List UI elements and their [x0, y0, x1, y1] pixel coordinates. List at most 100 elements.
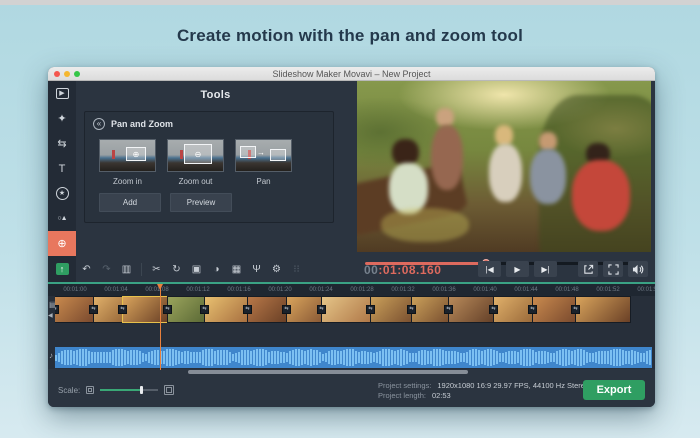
waveform-bar — [508, 351, 510, 364]
pan-zoom-cards: ⊕Zoom in⊖Zoom out→Pan — [85, 136, 333, 186]
transition-icon[interactable]: ⇆ — [200, 305, 209, 314]
waveform-bar — [442, 350, 444, 366]
transition-icon[interactable]: ⇆ — [444, 305, 453, 314]
zoom-window-button[interactable] — [74, 71, 80, 77]
sidebar-item-transitions[interactable]: ⇆ — [48, 131, 76, 156]
waveform-bar — [70, 350, 72, 364]
transition-icon[interactable]: ⇆ — [571, 305, 580, 314]
waveform-bar — [583, 350, 585, 365]
delete-icon[interactable]: ▥ — [118, 261, 135, 278]
playhead[interactable] — [160, 284, 161, 370]
timeline-clip[interactable] — [204, 296, 248, 323]
collapse-track-icon[interactable]: ◀ — [48, 312, 53, 319]
timeline-ruler[interactable]: 00:01:0000:01:0400:01:0800:01:1200:01:16… — [48, 284, 655, 296]
waveform-bar — [220, 350, 222, 366]
transition-icon[interactable]: ⇆ — [407, 305, 416, 314]
transition-icon[interactable]: ⇆ — [489, 305, 498, 314]
image-icon[interactable]: ▦ — [228, 261, 245, 278]
waveform-bar — [145, 354, 147, 361]
waveform-bar — [187, 351, 189, 363]
sidebar-item-animation[interactable]: ○▲ — [48, 206, 76, 231]
redo-icon[interactable]: ↷ — [98, 261, 115, 278]
waveform-bar — [574, 350, 576, 366]
waveform-bar — [466, 352, 468, 363]
tool-card-pan[interactable]: →Pan — [235, 139, 292, 186]
scale-slider-knob[interactable] — [140, 386, 143, 394]
sidebar-item-wizard[interactable]: ✦ — [48, 106, 76, 131]
timeline-clip[interactable] — [575, 296, 631, 323]
transition-icon[interactable]: ⇆ — [163, 305, 172, 314]
previous-frame-button[interactable]: |◀ — [478, 261, 501, 277]
record-audio-icon[interactable]: Ψ — [248, 261, 265, 278]
waveform-bar — [178, 351, 180, 363]
waveform-bar — [388, 349, 390, 366]
tool-card-zoom-in[interactable]: ⊕Zoom in — [99, 139, 156, 186]
collapse-panel-icon[interactable]: « — [93, 118, 105, 130]
waveform-bar — [115, 349, 117, 366]
timeline-clip[interactable] — [122, 296, 168, 323]
export-button[interactable]: Export — [583, 380, 645, 400]
waveform-bar — [112, 350, 114, 364]
waveform-bar — [319, 352, 321, 363]
timeline-clip[interactable] — [493, 296, 533, 323]
more-tools-icon[interactable]: ⁝⁝ — [288, 261, 305, 278]
waveform-bar — [631, 350, 633, 364]
timeline-clip[interactable] — [321, 296, 371, 323]
ruler-tick: 00:01:28 — [350, 287, 373, 293]
close-button[interactable] — [54, 71, 60, 77]
waveform-bar — [136, 350, 138, 365]
window-titlebar[interactable]: Slideshow Maker Movavi – New Project — [48, 67, 655, 81]
waveform-bar — [628, 351, 630, 365]
titles-icon: T — [59, 163, 66, 175]
timeline-clip[interactable] — [448, 296, 494, 323]
waveform-bar — [94, 352, 96, 364]
waveform-bar — [238, 352, 240, 364]
transition-icon[interactable]: ⇆ — [243, 305, 252, 314]
waveform-bar — [376, 352, 378, 362]
transition-icon[interactable]: ⇆ — [282, 305, 291, 314]
transition-icon[interactable]: ⇆ — [118, 305, 127, 314]
zoom-in-timeline-icon[interactable] — [164, 385, 174, 395]
waveform-bar — [400, 349, 402, 366]
transition-icon[interactable]: ⇆ — [528, 305, 537, 314]
scale-slider[interactable] — [100, 385, 158, 395]
transition-icon[interactable]: ⇆ — [89, 305, 98, 314]
crop-icon[interactable]: ▣ — [188, 261, 205, 278]
clip-properties-icon[interactable]: ⚙ — [268, 261, 285, 278]
sidebar-item-media[interactable]: ▶ — [48, 81, 76, 106]
rotate-icon[interactable]: ↻ — [168, 261, 185, 278]
timeline-scrollbar[interactable] — [188, 370, 468, 374]
waveform-bar — [97, 352, 99, 364]
split-icon[interactable]: ✂ — [148, 261, 165, 278]
timeline-clip[interactable] — [370, 296, 412, 323]
audio-track[interactable] — [55, 347, 652, 368]
waveform-bar — [235, 353, 237, 361]
video-track[interactable]: ⇆ ⇆ ⇆ ⇆ ⇆ ⇆ ⇆ ⇆ ⇆ ⇆ ⇆ ⇆ ⇆ ⇆ — [55, 296, 655, 325]
ruler-tick: 00:01:40 — [473, 287, 496, 293]
undo-icon[interactable]: ↶ — [78, 261, 95, 278]
waveform-bar — [163, 351, 165, 365]
fullscreen-icon[interactable] — [603, 261, 623, 277]
sidebar-item-titles[interactable]: T — [48, 156, 76, 181]
add-button[interactable]: Add — [99, 193, 161, 212]
minimize-button[interactable] — [64, 71, 70, 77]
transition-icon[interactable]: ⇆ — [317, 305, 326, 314]
share-icon[interactable] — [578, 261, 598, 277]
transition-icon[interactable]: ⇆ — [55, 305, 59, 314]
color-adjust-icon[interactable]: ◑ — [208, 261, 225, 278]
tool-card-zoom-out[interactable]: ⊖Zoom out — [167, 139, 224, 186]
timeline-clip[interactable] — [532, 296, 576, 323]
play-button[interactable]: ▶ — [506, 261, 529, 277]
next-frame-button[interactable]: ▶| — [534, 261, 557, 277]
waveform-bar — [487, 349, 489, 365]
waveform-bar — [316, 350, 318, 364]
magic-wand-icon: ✦ — [57, 112, 66, 125]
preview-video-frame — [357, 81, 651, 252]
sidebar-item-stickers[interactable]: ★ — [48, 181, 76, 206]
volume-icon[interactable] — [628, 261, 648, 277]
timeline-clip[interactable] — [247, 296, 287, 323]
transition-icon[interactable]: ⇆ — [366, 305, 375, 314]
preview-button[interactable]: Preview — [170, 193, 232, 212]
zoom-out-timeline-icon[interactable] — [86, 386, 94, 394]
sidebar-item-pan-zoom[interactable]: ⊕ — [48, 231, 76, 256]
